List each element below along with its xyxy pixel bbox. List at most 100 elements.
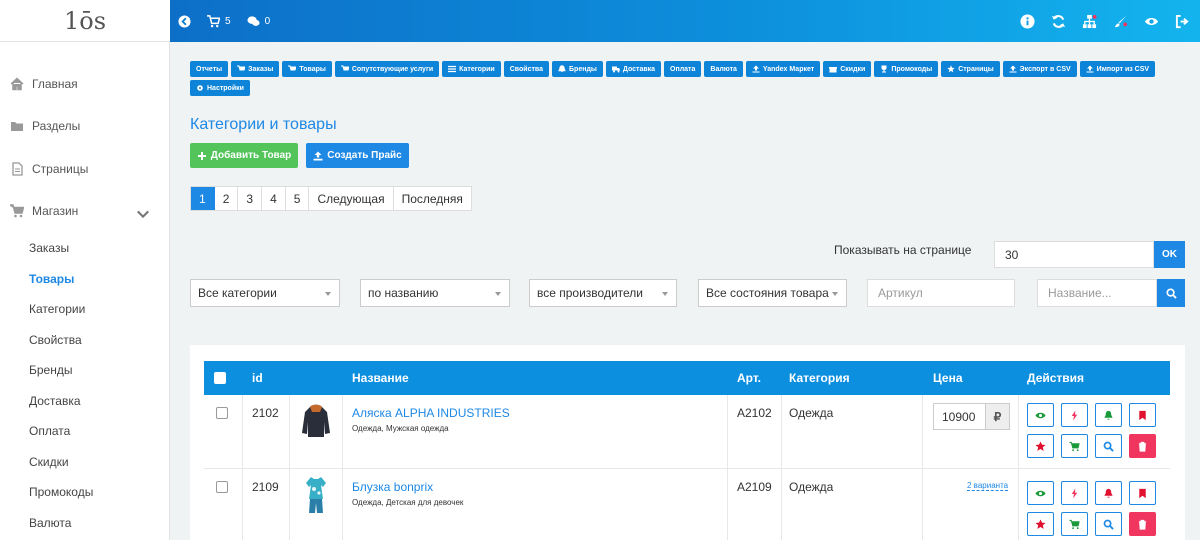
eye-icon [1035,490,1046,496]
state-select[interactable]: Все состояния товара [698,279,847,307]
sidebar-subitem-delivery[interactable]: Доставка [29,394,81,408]
page-4[interactable]: 4 [262,187,286,210]
row-checkbox[interactable] [216,481,228,493]
page-5[interactable]: 5 [286,187,310,210]
nav-orders[interactable]: Заказы [231,61,280,77]
page-2[interactable]: 2 [215,187,239,210]
select-all-checkbox[interactable] [214,372,226,384]
sidebar-subitem-orders[interactable]: Заказы [29,241,69,255]
create-pricelist-button[interactable]: Создать Прайс [306,143,409,168]
product-name-link[interactable]: Блузка bonprix [352,480,463,494]
logout-icon[interactable] [1175,14,1190,29]
bolt-icon [1071,487,1078,499]
product-thumbnail[interactable] [300,403,332,439]
search-button[interactable] [1157,279,1185,307]
page-last[interactable]: Последняя [394,187,471,210]
product-subcategory: Одежда, Мужская одежда [352,424,449,433]
sidebar-item-sections[interactable]: Разделы [0,112,170,140]
view-button[interactable] [1027,403,1054,427]
nav-promocodes[interactable]: Промокоды [874,61,939,77]
nav-categories[interactable]: Категории [442,61,501,77]
bookmark-icon [1139,488,1146,498]
delete-button[interactable] [1129,434,1156,458]
bookmark-button[interactable] [1129,403,1156,427]
sidebar-item-home[interactable]: Главная [0,70,170,98]
row-checkbox[interactable] [216,407,228,419]
hit-button[interactable] [1061,481,1088,505]
page-next[interactable]: Следующая [309,187,394,210]
nav-payment[interactable]: Оплата [664,61,702,77]
back-button[interactable] [178,14,191,28]
price-value[interactable]: 10900 [934,404,985,429]
featured-button[interactable] [1027,512,1054,536]
sidebar-item-pages[interactable]: Страницы [0,155,170,183]
price-input[interactable]: 10900 ₽ [933,403,1010,430]
delete-button[interactable] [1129,512,1156,536]
name-search-input[interactable]: Название... [1037,279,1157,307]
notify-button[interactable] [1095,403,1122,427]
brand-select[interactable]: все производители [529,279,677,307]
sidebar-subitem-properties[interactable]: Свойства [29,333,82,347]
nav-yandex-market[interactable]: Yandex Маркет [745,61,821,77]
add-product-button[interactable]: Добавить Товар [190,143,298,168]
featured-button[interactable] [1027,434,1054,458]
cart-icon [1069,519,1080,529]
sidebar-item-shop[interactable]: Магазин [0,197,170,225]
cart-button[interactable]: 5 [207,14,231,28]
messages-button[interactable]: 0 [247,15,270,28]
bookmark-button[interactable] [1129,481,1156,505]
file-icon [12,162,23,176]
variants-link[interactable]: 2 варианта [967,481,1009,491]
article-input[interactable]: Артикул [867,279,1015,307]
nav-brands[interactable]: Бренды [552,61,603,77]
sidebar-subitem-payment[interactable]: Оплата [29,424,70,438]
sitemap-icon[interactable] [1082,14,1097,29]
nav-reports[interactable]: Отчеты [190,61,229,77]
sort-select[interactable]: по названию [360,279,510,307]
search-action-button[interactable] [1095,434,1122,458]
home-icon [10,77,24,91]
sidebar-subitem-promocodes[interactable]: Промокоды [29,485,93,499]
search-action-button[interactable] [1095,512,1122,536]
top-bar: 5 0 [170,0,1200,42]
logo[interactable]: 1ōs [0,0,170,42]
eye-icon[interactable] [1144,14,1159,29]
sidebar-subitem-currency[interactable]: Валюта [29,516,71,530]
sidebar-subitem-brands[interactable]: Бренды [29,363,72,377]
page-1[interactable]: 1 [191,187,215,210]
nav-delivery[interactable]: Доставка [605,61,662,77]
back-arrow-icon [178,14,191,28]
nav-pages[interactable]: Страницы [941,61,1000,77]
nav-properties[interactable]: Свойства [503,61,550,77]
brush-icon[interactable] [1113,14,1128,29]
nav-settings[interactable]: Настройки [190,80,250,96]
sidebar-subitem-categories[interactable]: Категории [29,302,85,316]
info-icon[interactable] [1020,13,1035,29]
category-select[interactable]: Все категории [190,279,340,307]
nav-products[interactable]: Товары [282,61,332,77]
nav-import-csv[interactable]: Импорт из CSV [1079,61,1156,77]
nav-export-csv[interactable]: Экспорт в CSV [1002,61,1077,77]
product-name-link[interactable]: Аляска ALPHA INDUSTRIES [352,406,510,420]
sidebar-subitem-products[interactable]: Товары [29,272,74,286]
hit-button[interactable] [1061,403,1088,427]
gift-icon [829,67,838,73]
trophy-icon [881,65,887,73]
cart-action-button[interactable] [1061,434,1088,458]
product-thumbnail[interactable] [305,475,327,515]
page-title: Категории и товары [190,116,337,133]
per-page-input[interactable]: 30 [994,241,1154,268]
nav-related-services[interactable]: Сопутствующие услуги [334,61,440,77]
nav-discounts[interactable]: Скидки [823,61,872,77]
row-category: Одежда [789,480,834,494]
per-page-ok-button[interactable]: OK [1154,241,1185,268]
refresh-icon[interactable] [1051,14,1066,29]
notify-button[interactable] [1095,481,1122,505]
search-icon [1165,287,1177,299]
nav-currency[interactable]: Валюта [704,61,743,77]
cart-action-button[interactable] [1061,512,1088,536]
sidebar-subitem-discounts[interactable]: Скидки [29,455,69,469]
page-3[interactable]: 3 [238,187,263,210]
gear-icon [197,85,203,91]
view-button[interactable] [1027,481,1054,505]
